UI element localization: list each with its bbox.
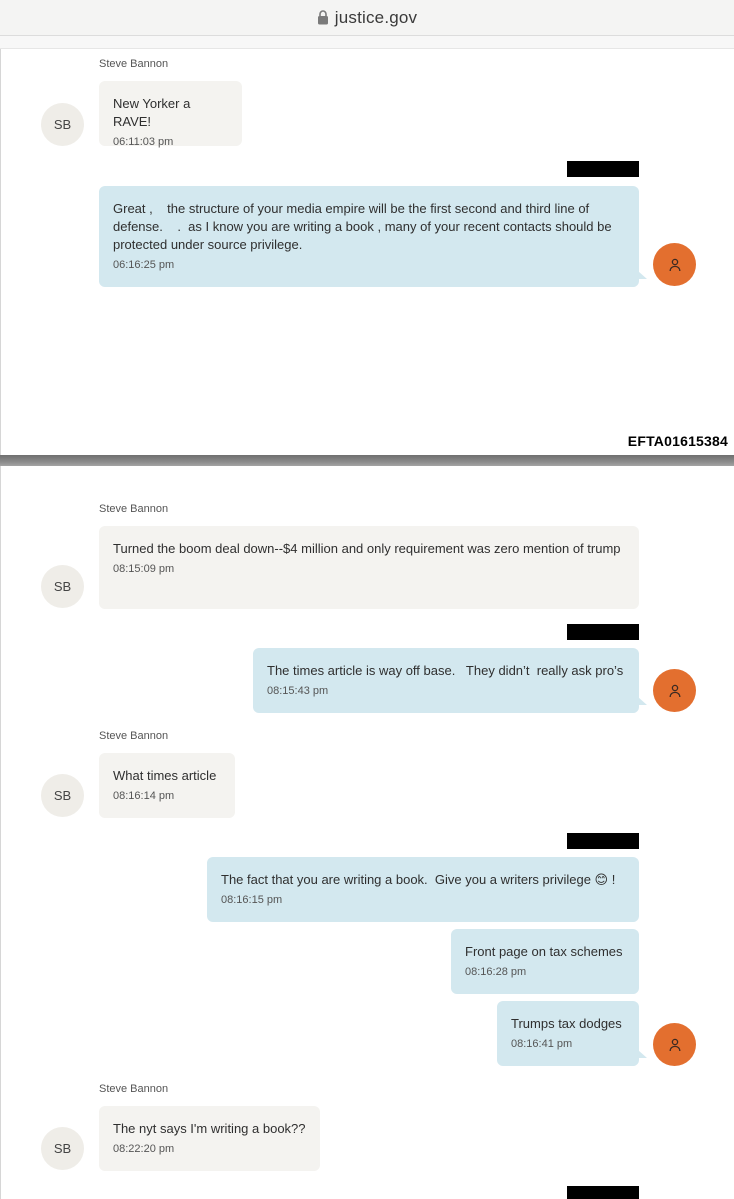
sender-name: Steve Bannon <box>99 58 169 70</box>
message-bubble-incoming: New Yorker a RAVE! 06:11:03 pm <box>99 81 242 148</box>
document-id: EFTA01615384 <box>627 433 728 449</box>
document-page-2: Steve Bannon SB Turned the boom deal dow… <box>0 466 734 1199</box>
url-text: justice.gov <box>334 7 418 27</box>
message-timestamp: 08:16:28 pm <box>465 966 527 978</box>
avatar-sb: SB <box>41 103 84 146</box>
message-text: Front page on tax schemes <box>465 944 623 959</box>
message-timestamp: 08:15:09 pm <box>113 563 175 575</box>
redaction-bar <box>567 624 639 640</box>
page-divider <box>0 455 734 466</box>
message-text: The nyt says I'm writing a book?? <box>113 1121 306 1136</box>
message-timestamp: 08:16:41 pm <box>511 1038 573 1050</box>
message-bubble-outgoing: Front page on tax schemes 08:16:28 pm <box>451 929 639 994</box>
message-bubble-outgoing: Great , the structure of your media empi… <box>99 186 647 287</box>
lock-icon <box>317 10 328 25</box>
redaction-bar <box>567 833 639 849</box>
message-timestamp: 08:15:43 pm <box>267 685 329 697</box>
avatar-sb: SB <box>41 774 84 817</box>
message-bubble-outgoing: Trumps tax dodges 08:16:41 pm <box>497 1001 647 1066</box>
avatar-self <box>653 243 696 286</box>
message-timestamp: 06:16:25 pm <box>113 259 175 271</box>
message-text: Trumps tax dodges <box>511 1016 622 1031</box>
sender-name: Steve Bannon <box>99 730 169 742</box>
avatar-sb: SB <box>41 1127 84 1170</box>
redaction-bar <box>567 161 639 177</box>
avatar-self <box>653 1023 696 1066</box>
person-icon <box>669 1038 680 1051</box>
message-text: The fact that you are writing a book. Gi… <box>221 872 616 887</box>
message-bubble-incoming: Turned the boom deal down--$4 million an… <box>99 526 639 609</box>
url-display[interactable]: justice.gov <box>317 8 418 28</box>
message-timestamp: 06:11:03 pm <box>113 136 174 148</box>
sender-name: Steve Bannon <box>99 1083 169 1095</box>
sender-name: Steve Bannon <box>99 503 169 515</box>
message-timestamp: 08:16:14 pm <box>113 790 175 802</box>
person-icon <box>669 258 680 271</box>
toolbar-strip <box>0 36 734 49</box>
avatar-self <box>653 669 696 712</box>
person-icon <box>669 684 680 697</box>
message-text: New Yorker a RAVE! <box>113 96 194 129</box>
message-text: The times article is way off base. They … <box>267 663 624 678</box>
message-bubble-outgoing: The times article is way off base. They … <box>253 648 647 713</box>
message-text: Turned the boom deal down--$4 million an… <box>113 541 621 556</box>
message-text: Great , the structure of your media empi… <box>113 201 616 252</box>
message-bubble-outgoing: The fact that you are writing a book. Gi… <box>207 857 639 922</box>
document-page-1: Steve Bannon SB New Yorker a RAVE! 06:11… <box>0 49 734 455</box>
browser-address-bar[interactable]: justice.gov <box>0 0 734 36</box>
message-timestamp: 08:16:15 pm <box>221 894 283 906</box>
message-bubble-incoming: The nyt says I'm writing a book?? 08:22:… <box>99 1106 320 1171</box>
message-text: What times article <box>113 768 217 783</box>
message-timestamp: 08:22:20 pm <box>113 1143 175 1155</box>
message-bubble-incoming: What times article 08:16:14 pm <box>99 753 235 818</box>
redaction-bar <box>567 1186 639 1199</box>
avatar-sb: SB <box>41 565 84 608</box>
